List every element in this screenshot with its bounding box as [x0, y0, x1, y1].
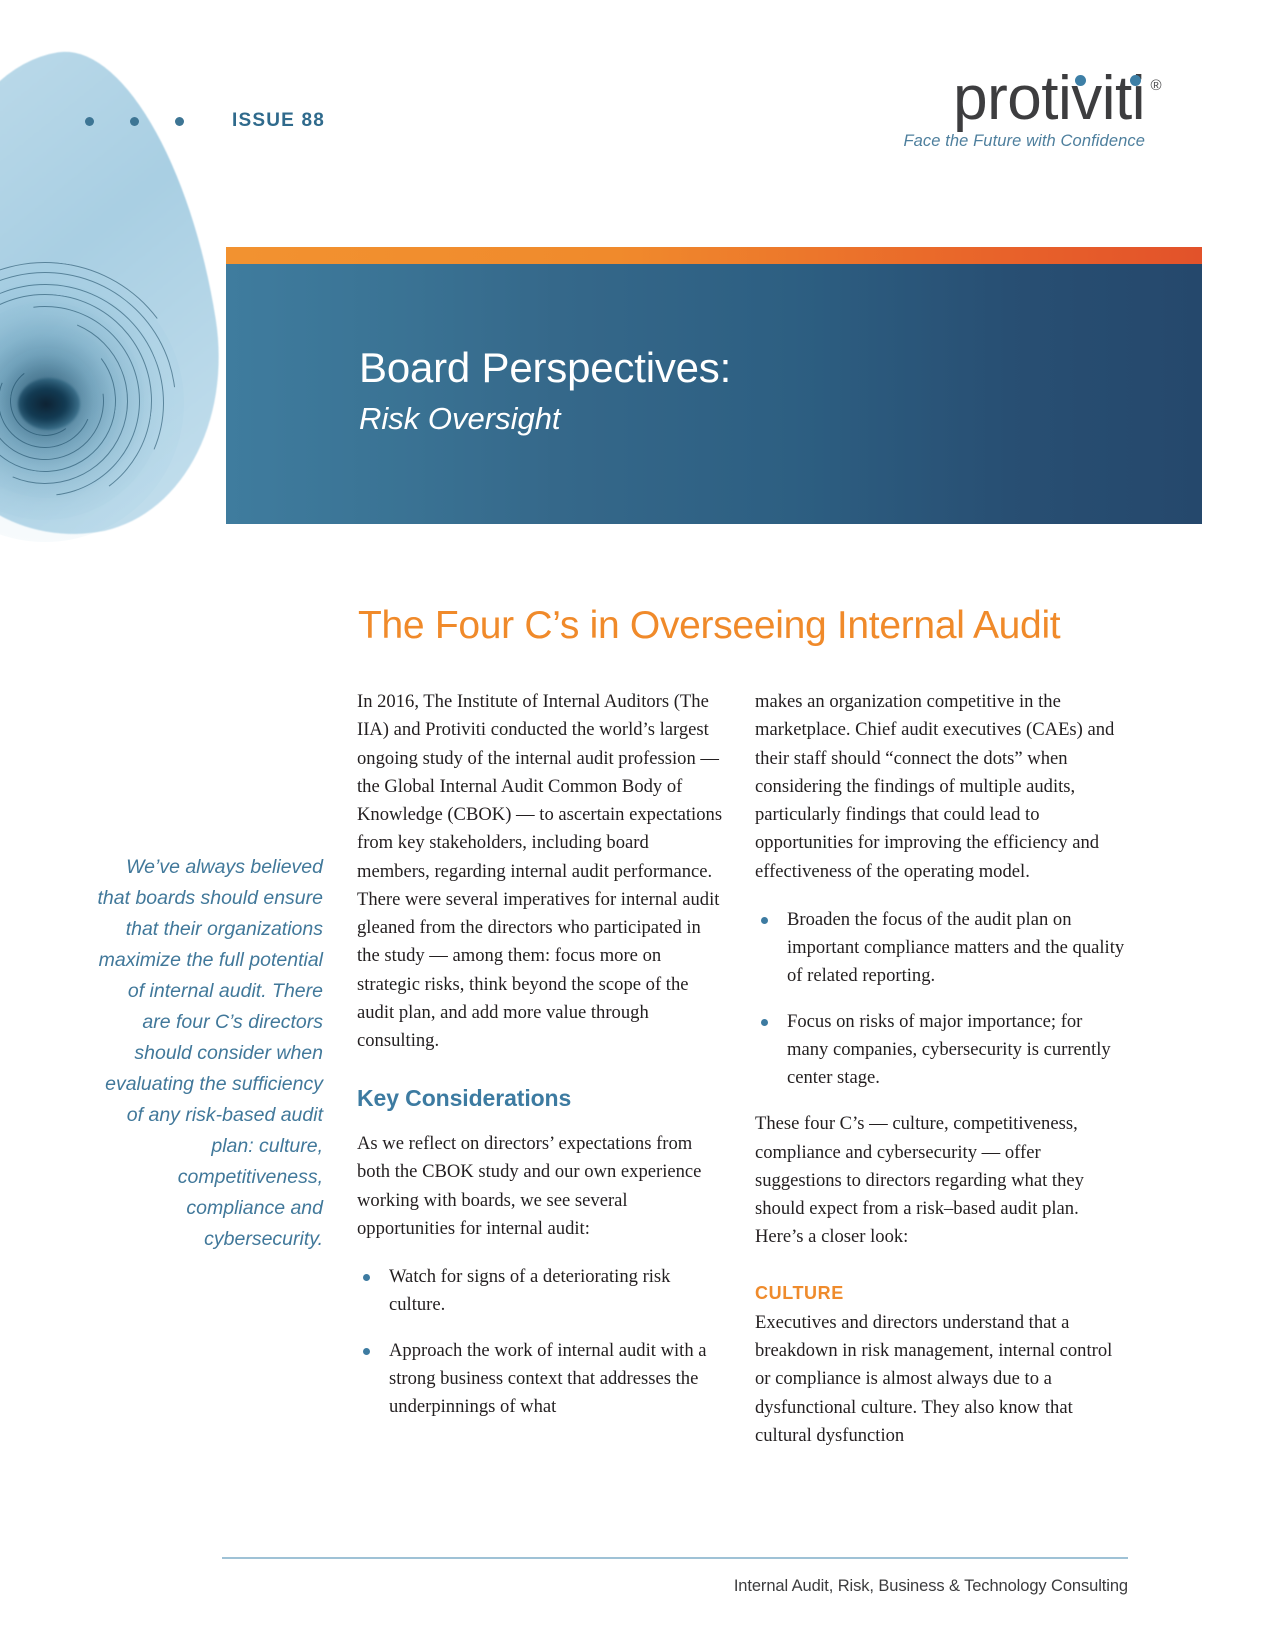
- bullet-dot-icon: [363, 1347, 370, 1355]
- logo-wordmark-text: protiviti: [953, 64, 1145, 133]
- banner-accent-strip: [226, 247, 1202, 264]
- decor-dot-1: [85, 116, 94, 126]
- registered-mark: ®: [1150, 77, 1161, 94]
- list-item: Watch for signs of a deteriorating risk …: [357, 1263, 725, 1320]
- section-heading-key-considerations: Key Considerations: [357, 1085, 572, 1112]
- banner-subtitle: Risk Oversight: [359, 401, 561, 436]
- culture-paragraph: Executives and directors understand that…: [755, 1311, 1113, 1446]
- title-banner: Board Perspectives: Risk Oversight: [226, 247, 1202, 524]
- opportunities-bullet-list: Broaden the focus of the audit plan on i…: [755, 906, 1127, 1093]
- issue-row: ISSUE 88: [85, 110, 325, 132]
- bullet-dot-icon: [761, 1018, 768, 1026]
- lead-paragraph: As we reflect on directors’ expectations…: [357, 1133, 702, 1239]
- bullet-dot-icon: [363, 1274, 370, 1282]
- list-item-text: Focus on risks of major importance; for …: [787, 1010, 1111, 1089]
- list-item: Broaden the focus of the audit plan on i…: [755, 906, 1127, 991]
- logo-wordmark: protiviti ®: [953, 68, 1161, 130]
- list-item: Focus on risks of major importance; for …: [755, 1008, 1127, 1093]
- list-item-text: Broaden the focus of the audit plan on i…: [787, 908, 1125, 987]
- continued-paragraph: makes an organization competitive in the…: [755, 691, 1115, 882]
- body-column-left: In 2016, The Institute of Internal Audit…: [357, 688, 725, 1439]
- shell-core: [18, 378, 80, 430]
- pull-quote: We’ve always believed that boards should…: [97, 856, 324, 1250]
- footer-tagline: Internal Audit, Risk, Business & Technol…: [733, 1577, 1128, 1595]
- footer-divider: [222, 1557, 1128, 1559]
- protiviti-logo: protiviti ® Face the Future with Confide…: [903, 68, 1161, 151]
- issue-label: ISSUE 88: [232, 110, 326, 131]
- intro-paragraph: In 2016, The Institute of Internal Audit…: [357, 691, 723, 1051]
- list-item-text: Approach the work of internal audit with…: [389, 1339, 707, 1418]
- decor-dot-3: [175, 116, 184, 126]
- logo-tagline: Face the Future with Confidence: [903, 132, 1145, 150]
- banner-title: Board Perspectives:: [359, 344, 732, 391]
- bullet-dot-icon: [761, 916, 768, 924]
- list-item: Approach the work of internal audit with…: [357, 1337, 725, 1422]
- body-column-right: makes an organization competitive in the…: [755, 688, 1127, 1450]
- article-headline: The Four C’s in Overseeing Internal Audi…: [358, 604, 1061, 648]
- subsection-heading-culture: CULTURE: [755, 1282, 844, 1303]
- considerations-bullet-list: Watch for signs of a deteriorating risk …: [357, 1263, 725, 1421]
- shell-spiral: [0, 219, 229, 545]
- banner-body: Board Perspectives: Risk Oversight: [226, 264, 1202, 524]
- decor-dot-2: [130, 116, 139, 126]
- list-item-text: Watch for signs of a deteriorating risk …: [389, 1266, 671, 1316]
- closing-paragraph: These four C’s — culture, competitivenes…: [755, 1113, 1084, 1248]
